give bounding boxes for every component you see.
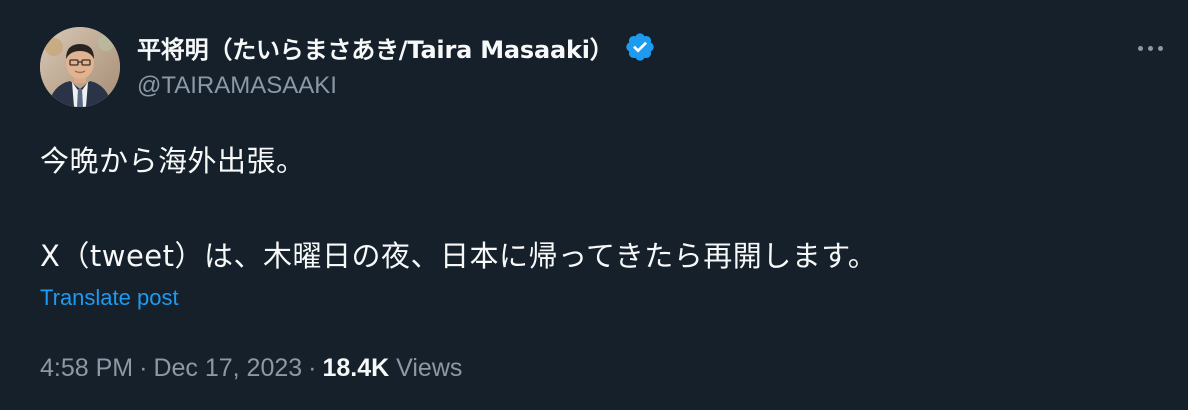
verified-badge-icon[interactable] <box>624 31 656 63</box>
separator-dot: · <box>139 354 148 382</box>
tweet-time[interactable]: 4:58 PM <box>40 354 133 382</box>
tweet-text-line-1: 今晩から海外出張。 <box>40 144 306 178</box>
views-count[interactable]: 18.4K <box>322 354 389 382</box>
name-row: 平将明（たいらまさあき/Taira Masaaki） <box>137 30 656 64</box>
separator-dot: · <box>308 354 317 382</box>
tweet-metadata: 4:58 PM · Dec 17, 2023 · 18.4K Views <box>40 354 462 383</box>
display-name[interactable]: 平将明（たいらまさあき/Taira Masaaki） <box>137 30 614 65</box>
views-label[interactable]: Views <box>396 354 462 382</box>
tweet: 平将明（たいらまさあき/Taira Masaaki） @TAIRAMASAAKI… <box>0 0 1188 410</box>
more-options-icon[interactable] <box>1132 38 1168 58</box>
user-handle[interactable]: @TAIRAMASAAKI <box>137 72 337 100</box>
tweet-text-line-2: X（tweet）は、木曜日の夜、日本に帰ってきたら再開します。 <box>40 239 878 273</box>
translate-post-link[interactable]: Translate post <box>40 285 179 311</box>
tweet-date[interactable]: Dec 17, 2023 <box>153 354 302 382</box>
avatar[interactable] <box>40 27 120 107</box>
